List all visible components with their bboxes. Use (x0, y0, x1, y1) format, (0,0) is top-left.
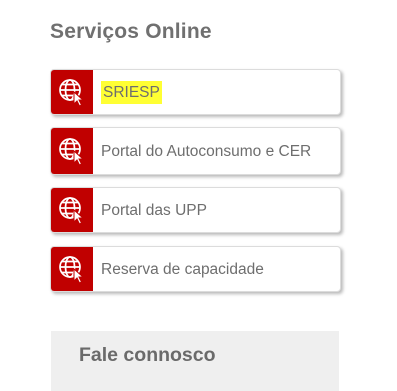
service-card-autoconsumo[interactable]: Portal do Autoconsumo e CER (50, 127, 341, 175)
service-card-sriesp[interactable]: SRIESP (50, 69, 341, 115)
service-card-upp[interactable]: Portal das UPP (50, 187, 341, 233)
globe-cursor-icon (51, 70, 93, 114)
service-label: SRIESP (93, 70, 340, 114)
service-card-reserva[interactable]: Reserva de capacidade (50, 246, 341, 292)
service-label: Portal do Autoconsumo e CER (101, 142, 312, 160)
highlighted-label: SRIESP (101, 80, 162, 104)
globe-cursor-icon (51, 188, 93, 232)
section-title: Serviços Online (50, 20, 212, 43)
service-label: Reserva de capacidade (101, 260, 264, 278)
service-label: Portal das UPP (101, 201, 207, 219)
contact-title: Fale connosco (79, 344, 216, 366)
globe-cursor-icon (51, 247, 93, 291)
globe-cursor-icon (51, 128, 93, 174)
contact-box: Fale connosco (51, 331, 339, 391)
